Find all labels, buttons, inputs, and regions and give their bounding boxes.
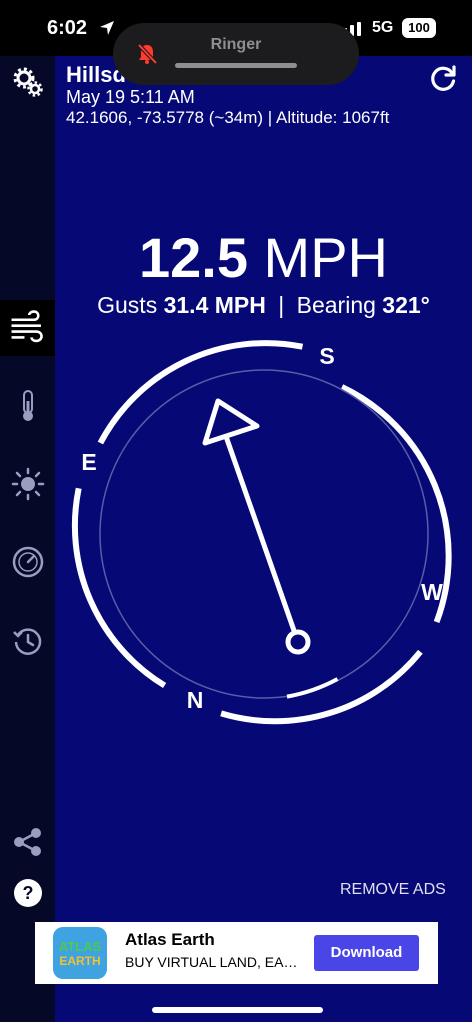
home-indicator[interactable] xyxy=(152,1007,323,1013)
sidebar: ? xyxy=(0,56,55,1022)
compass-label-w: W xyxy=(421,579,443,605)
wind-icon xyxy=(11,310,43,343)
wind-arrow-head xyxy=(202,398,260,446)
compass: S W N E xyxy=(71,340,452,725)
gauge-icon xyxy=(12,546,43,578)
temperature-tab[interactable] xyxy=(0,381,55,431)
refresh-icon[interactable] xyxy=(428,64,458,94)
separator: | xyxy=(278,292,285,318)
compass-label-n: N xyxy=(187,687,204,713)
ringer-volume-bar xyxy=(175,63,297,68)
wind-arrow-shaft xyxy=(219,424,301,643)
sun-tab[interactable] xyxy=(0,459,55,509)
status-time: 6:02 xyxy=(47,17,88,39)
wind-speed-value: 12.5 xyxy=(138,226,248,289)
bearing-label: Bearing xyxy=(296,292,376,318)
ad-banner[interactable]: ATLAS EARTH Atlas Earth BUY VIRTUAL LAND… xyxy=(35,922,438,984)
share-icon xyxy=(13,828,41,856)
share-button[interactable] xyxy=(0,817,55,867)
compass-ring-segment xyxy=(71,487,167,689)
compass-label-s: S xyxy=(319,343,334,369)
ad-logo: ATLAS EARTH xyxy=(53,927,107,979)
settings-button[interactable] xyxy=(0,56,55,106)
history-tab[interactable] xyxy=(0,617,55,667)
ringer-notification: Ringer xyxy=(113,23,359,85)
battery-icon: 100 xyxy=(402,18,436,38)
compass-ring-segment xyxy=(97,340,304,445)
wind-speed-unit: MPH xyxy=(263,226,388,289)
gusts-value: 31.4 MPH xyxy=(163,292,266,318)
help-icon: ? xyxy=(13,879,42,907)
main-panel: Hillsd May 19 5:11 AM 42.1606, -73.5778 … xyxy=(35,56,472,1022)
settings-icon xyxy=(13,67,43,97)
ad-logo-top: ATLAS xyxy=(58,938,102,954)
network-type: 5G xyxy=(372,19,394,36)
bearing-arc xyxy=(286,677,339,699)
ad-logo-bottom: EARTH xyxy=(59,953,101,968)
help-button[interactable]: ? xyxy=(0,868,55,918)
compass-label-e: E xyxy=(81,449,96,475)
wind-arrow-tail xyxy=(285,629,311,655)
location-arrow-icon xyxy=(100,21,114,35)
location-coords: 42.1606, -73.5778 (~34m) | Altitude: 106… xyxy=(66,108,390,127)
location-date: May 19 5:11 AM xyxy=(66,87,195,107)
gusts-label: Gusts xyxy=(97,292,158,318)
sun-icon xyxy=(11,467,44,501)
remove-ads-button[interactable]: REMOVE ADS xyxy=(340,881,446,899)
pressure-tab[interactable] xyxy=(0,537,55,587)
ad-subtitle: BUY VIRTUAL LAND, EA… xyxy=(125,954,298,970)
ad-title: Atlas Earth xyxy=(125,930,215,949)
svg-text:?: ? xyxy=(22,883,33,903)
bearing-value: 321° xyxy=(382,292,430,318)
gusts-bearing-line: Gusts 31.4 MPH | Bearing 321° xyxy=(55,292,472,319)
compass-inner-ring xyxy=(99,369,429,699)
ad-download-button[interactable]: Download xyxy=(314,935,419,971)
history-icon xyxy=(12,628,41,655)
wind-speed: 12.5 MPH xyxy=(55,225,472,291)
ringer-label: Ringer xyxy=(210,36,262,53)
thermometer-icon xyxy=(22,390,33,421)
wind-tab[interactable] xyxy=(0,300,55,356)
